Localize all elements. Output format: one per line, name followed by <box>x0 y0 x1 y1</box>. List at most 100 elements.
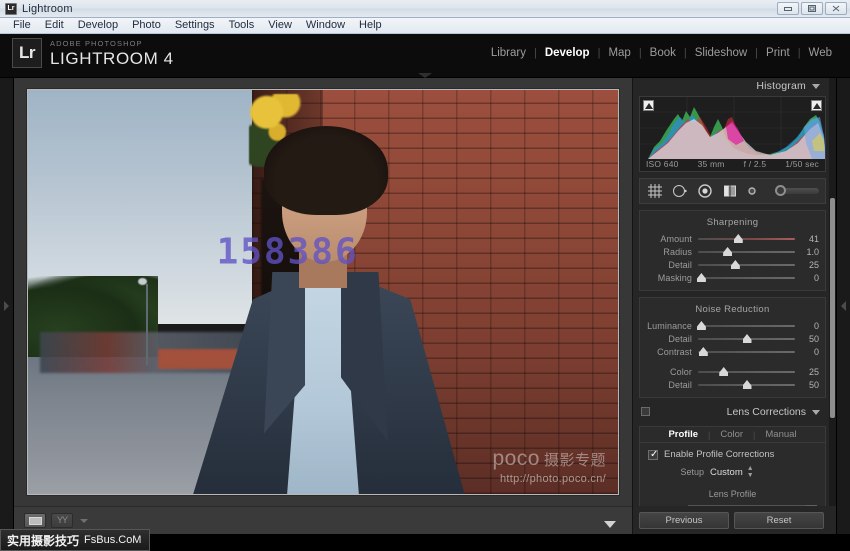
slider-color-label: Color <box>669 366 692 377</box>
enable-profile-corrections-checkbox[interactable]: ✓ <box>648 449 658 460</box>
close-icon[interactable] <box>825 2 847 15</box>
image-viewer: 158386 poco 摄影专题 http://photo.poco.cn/ Y… <box>14 78 632 534</box>
slider-luminance[interactable]: Luminance 0 <box>640 319 825 332</box>
crop-overlay-icon[interactable] <box>646 182 664 200</box>
tab-manual[interactable]: Manual <box>755 429 806 440</box>
enable-profile-corrections-row[interactable]: ✓ Enable Profile Corrections <box>640 443 825 462</box>
photo-canvas[interactable]: 158386 poco 摄影专题 http://photo.poco.cn/ <box>28 90 618 494</box>
lightroom-badge-icon: Lr <box>12 38 42 68</box>
lightroom-topbar: Lr ADOBE PHOTOSHOP LIGHTROOM 4 Library |… <box>0 34 850 78</box>
slider-detail-sharpen[interactable]: Detail 25 <box>640 258 825 271</box>
flag-filter-label: YY <box>56 515 68 525</box>
panel-action-buttons: Previous Reset <box>633 506 836 534</box>
right-panel-scrollbar[interactable] <box>829 78 836 534</box>
slider-radius-track[interactable] <box>698 247 795 256</box>
menu-item-window[interactable]: Window <box>299 18 352 33</box>
module-web[interactable]: Web <box>801 47 840 59</box>
menu-item-help[interactable]: Help <box>352 18 389 33</box>
lightroom-app: Lr ADOBE PHOTOSHOP LIGHTROOM 4 Library |… <box>0 34 850 534</box>
module-develop[interactable]: Develop <box>537 47 598 59</box>
brush-size-slider[interactable] <box>775 185 819 196</box>
highlight-clipping-icon[interactable] <box>811 100 822 111</box>
slider-nr-detail[interactable]: Detail 50 <box>640 332 825 345</box>
module-library[interactable]: Library <box>483 47 534 59</box>
histogram-graph[interactable]: ISO 640 35 mm f / 2.5 1/50 sec <box>639 96 826 172</box>
right-panel: Histogram ISO 640 35 mm f / 2.5 1/50 sec… <box>632 78 836 534</box>
slider-detail-sharpen-track[interactable] <box>698 260 795 269</box>
menu-item-view[interactable]: View <box>261 18 299 33</box>
chevron-down-icon[interactable] <box>812 409 820 415</box>
scrollbar-thumb[interactable] <box>830 198 835 418</box>
red-eye-icon[interactable] <box>696 182 714 200</box>
menu-item-settings[interactable]: Settings <box>168 18 222 33</box>
slider-radius-value: 1.0 <box>806 246 819 257</box>
reset-button[interactable]: Reset <box>734 511 824 529</box>
window-title: Lightroom <box>22 2 73 15</box>
minimize-icon[interactable] <box>777 2 799 15</box>
panel-switch-icon[interactable] <box>641 407 650 416</box>
left-panel-toggle[interactable] <box>0 78 14 534</box>
shadow-clipping-icon[interactable] <box>643 100 654 111</box>
menu-item-tools[interactable]: Tools <box>222 18 262 33</box>
identity-plate[interactable]: Lr ADOBE PHOTOSHOP LIGHTROOM 4 <box>12 38 174 68</box>
previous-button[interactable]: Previous <box>639 511 729 529</box>
histogram-header[interactable]: Histogram <box>633 78 836 94</box>
slider-luminance-track[interactable] <box>696 321 795 330</box>
menu-item-edit[interactable]: Edit <box>38 18 71 33</box>
chevron-down-icon[interactable] <box>80 518 88 523</box>
slider-masking[interactable]: Masking 0 <box>640 271 825 284</box>
taskbar-item-cjk-label: 实用摄影技巧 <box>7 533 80 548</box>
histogram-iso: ISO 640 <box>646 159 679 169</box>
adjustment-brush-icon[interactable] <box>746 182 764 200</box>
brush-size-knob[interactable] <box>775 185 786 196</box>
menu-item-photo[interactable]: Photo <box>125 18 168 33</box>
slider-nr-contrast[interactable]: Contrast 0 <box>640 345 825 358</box>
slider-nr-contrast-label: Contrast <box>657 346 692 357</box>
sharpening-module: Sharpening Amount 41 Radius 1.0 Detail 2… <box>639 210 826 291</box>
slider-amount-track[interactable] <box>698 234 795 243</box>
module-map[interactable]: Map <box>600 47 638 59</box>
slider-masking-track[interactable] <box>696 273 795 282</box>
stepper-icon[interactable]: ▲ ▼ <box>747 465 754 479</box>
menubar: File Edit Develop Photo Settings Tools V… <box>0 18 850 34</box>
slider-color-detail[interactable]: Detail 50 <box>640 378 825 391</box>
spot-removal-icon[interactable] <box>671 182 689 200</box>
photo-overlay-number: 158386 <box>216 231 359 273</box>
menu-item-file[interactable]: File <box>6 18 38 33</box>
screenshot-root: Lr Lightroom File Edit Develop Photo Set… <box>0 0 850 551</box>
filmstrip-toggle-icon[interactable] <box>604 521 616 528</box>
slider-masking-label: Masking <box>657 272 692 283</box>
loupe-view-icon[interactable] <box>24 513 46 528</box>
lens-corrections-header[interactable]: Lens Corrections <box>633 404 836 420</box>
setup-row[interactable]: Setup Custom ▲ ▼ <box>640 462 825 481</box>
module-slideshow[interactable]: Slideshow <box>687 47 755 59</box>
tab-profile[interactable]: Profile <box>658 429 708 440</box>
chevron-down-icon[interactable] <box>812 83 820 89</box>
slider-radius[interactable]: Radius 1.0 <box>640 245 825 258</box>
slider-nr-contrast-track[interactable] <box>698 347 795 356</box>
slider-color-detail-track[interactable] <box>698 380 795 389</box>
module-book[interactable]: Book <box>642 47 684 59</box>
setup-value[interactable]: Custom <box>710 467 743 478</box>
slider-nr-detail-track[interactable] <box>698 334 795 343</box>
flag-filter-button[interactable]: YY <box>51 513 73 528</box>
module-print[interactable]: Print <box>758 47 798 59</box>
slider-amount[interactable]: Amount 41 <box>640 232 825 245</box>
slider-nr-contrast-value: 0 <box>813 346 819 357</box>
enable-profile-corrections-label: Enable Profile Corrections <box>664 449 775 460</box>
taskbar-item[interactable]: 实用摄影技巧 FsBus.CoM <box>0 529 151 551</box>
photo-frame: 158386 poco 摄影专题 http://photo.poco.cn/ <box>27 89 619 495</box>
slider-color-detail-value: 50 <box>808 379 819 390</box>
brand-small: ADOBE PHOTOSHOP <box>50 38 143 48</box>
tab-color[interactable]: Color <box>710 429 753 440</box>
slider-color-track[interactable] <box>698 367 795 376</box>
right-panel-toggle[interactable] <box>836 78 850 534</box>
brand-large: LIGHTROOM 4 <box>50 48 174 68</box>
slider-luminance-label: Luminance <box>647 320 692 331</box>
module-picker: Library | Develop | Map | Book | Slidesh… <box>483 47 840 59</box>
graduated-filter-icon[interactable] <box>721 182 739 200</box>
photo-lamppost <box>146 283 148 365</box>
menu-item-develop[interactable]: Develop <box>71 18 125 33</box>
slider-color[interactable]: Color 25 <box>640 365 825 378</box>
maximize-icon[interactable] <box>801 2 823 15</box>
